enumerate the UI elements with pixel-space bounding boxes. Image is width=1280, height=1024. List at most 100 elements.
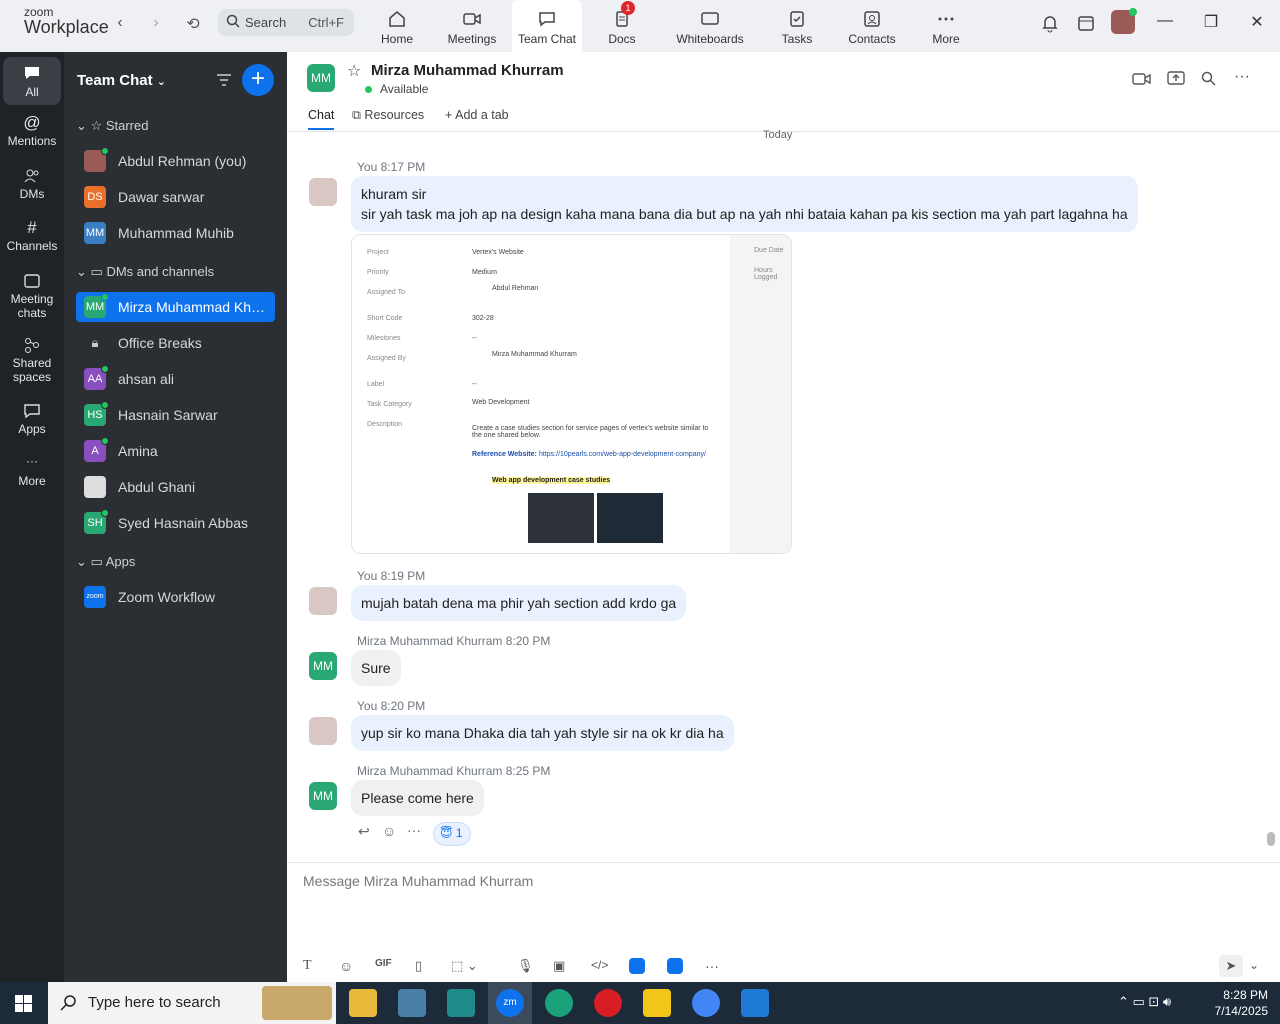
zoom-logo: zoom Workplace [24,5,109,37]
sidebar-item-abdul-ghani[interactable]: Abdul Ghani [76,472,275,502]
app-icon[interactable] [447,989,475,1017]
sidebar-item-abdul-rehman[interactable]: Abdul Rehman (you) [76,146,275,176]
chevron-down-icon: ⌄ [156,76,166,88]
tab-add-a-tab[interactable]: + Add a tab [445,108,509,122]
reply-icon[interactable]: ↩ [358,823,370,840]
search-icon [60,995,76,1011]
chrome-icon[interactable] [692,989,720,1017]
chat-header: MM ☆ Mirza Muhammad Khurram Available ··… [287,52,1280,132]
sidebar-item-mirza[interactable]: MMMirza Muhammad Khurram [76,292,275,322]
file-icon[interactable]: ▯ [415,958,422,974]
app-shortcut-icon[interactable] [629,958,645,974]
rail-mentions[interactable]: @ Mentions [3,114,61,149]
chevron-down-icon[interactable]: ⌄ [1249,958,1259,972]
emoji-icon[interactable]: ☺ [339,958,353,974]
app-icon[interactable] [398,989,426,1017]
video-message-icon[interactable]: ▣ [553,958,565,974]
tab-more[interactable]: More [926,0,966,52]
tab-contacts[interactable]: Contacts [846,0,898,52]
rail-channels[interactable]: # Channels [3,218,61,254]
minimize-icon[interactable]: — [1153,12,1177,30]
apps-icon: ▭ [90,554,103,569]
chat-sidebar: Team Chat ⌄ + ⌄ ☆ Starred Abdul Rehman (… [64,52,287,982]
message-bubble[interactable]: khuram sir sir yah task ma joh ap na des… [351,176,1138,232]
sidebar-item-dawar-sarwar[interactable]: DS Dawar sarwar [76,182,275,212]
calendar-icon[interactable] [1076,13,1096,33]
sticky-notes-icon[interactable] [643,989,671,1017]
back-arrow-icon[interactable]: ‹ [110,14,130,32]
rail-dms[interactable]: DMs [3,167,61,201]
system-clock[interactable]: 8:28 PM 7/14/2025 [1215,987,1268,1019]
windows-start-icon[interactable] [15,995,32,1012]
microphone-icon[interactable]: 🎙︎ [517,958,534,974]
add-reaction-icon[interactable]: ☺ [382,823,396,839]
case-study-thumbnail [597,493,663,543]
search-box[interactable]: Search Ctrl+F [218,9,354,36]
taskbar-search[interactable]: Type here to search [48,982,336,1024]
contact-avatar[interactable]: MM [307,64,335,92]
text-format-icon[interactable]: T [303,958,312,974]
close-icon[interactable]: ✕ [1245,12,1269,32]
app-shortcut-icon[interactable] [667,958,683,974]
file-explorer-icon[interactable] [349,989,377,1017]
section-starred[interactable]: ⌄ ☆ Starred [76,118,148,134]
image-attachment[interactable]: Project Vertex's Website Priority Medium A… [351,234,792,554]
filter-icon[interactable] [215,72,233,88]
forward-arrow-icon[interactable]: › [146,14,166,32]
gif-icon[interactable]: GIF [375,958,392,969]
message-composer[interactable]: Message Mirza Muhammad Khurram T ☺ GIF ▯… [287,862,1280,982]
restore-icon[interactable]: ❐ [1199,12,1223,32]
message-bubble[interactable]: Sure [351,650,401,686]
sidebar-item-ahsan-ali[interactable]: AA ahsan ali [76,364,275,394]
video-call-icon[interactable] [1132,72,1152,86]
contact-name[interactable]: Mirza Muhammad Khurram [371,62,564,79]
message-bubble[interactable]: yup sir ko mana Dhaka dia tah yah style … [351,715,734,751]
sidebar-item-hasnain-sarwar[interactable]: HS Hasnain Sarwar [76,400,275,430]
scrollbar-thumb[interactable] [1267,832,1275,846]
message-input[interactable]: Message Mirza Muhammad Khurram [303,873,533,889]
rail-all[interactable]: All [3,57,61,105]
star-icon[interactable]: ☆ [347,61,361,81]
history-icon[interactable]: ⟲ [183,14,203,34]
message-bubble[interactable]: mujah batah dena ma phir yah section add… [351,585,687,621]
rail-meeting-chats[interactable]: Meeting chats [3,272,61,320]
section-dms[interactable]: ⌄ ▭ DMs and channels [76,264,214,280]
more-actions-icon[interactable]: ··· [407,822,421,838]
sidebar-item-zoom-workflow[interactable]: zoom Zoom Workflow [76,582,275,612]
avatar [309,717,337,745]
new-chat-button[interactable]: + [242,64,274,96]
sidebar-item-office-breaks[interactable]: 🔒︎ Office Breaks [76,328,275,358]
screenshot-icon[interactable]: ⬚ ⌄ [451,958,478,974]
tab-meetings[interactable]: Meetings [442,0,502,52]
sidebar-item-syed-hasnain[interactable]: SH Syed Hasnain Abbas [76,508,275,538]
tab-tasks[interactable]: Tasks [776,0,818,52]
hash-icon: # [27,218,37,237]
zoom-taskbar-active[interactable]: zm [488,982,532,1024]
sidebar-item-amina[interactable]: A Amina [76,436,275,466]
edge-icon[interactable] [545,989,573,1017]
opera-icon[interactable] [594,989,622,1017]
code-snippet-icon[interactable]: </> [591,958,608,972]
search-icon[interactable] [1201,71,1216,86]
tab-whiteboards[interactable]: Whiteboards [670,0,750,52]
rail-apps[interactable]: Apps [3,402,61,436]
tab-chat[interactable]: Chat [308,108,335,130]
sidebar-item-muhammad-muhib[interactable]: MM Muhammad Muhib [76,218,275,248]
tab-team-chat[interactable]: Team Chat [512,0,582,52]
bell-icon[interactable] [1040,13,1060,33]
more-dots-icon[interactable]: ··· [705,958,719,974]
section-apps[interactable]: ⌄ ▭ Apps [76,554,135,570]
sidebar-title[interactable]: Team Chat ⌄ [77,72,166,89]
share-screen-icon[interactable] [1167,70,1185,86]
tab-resources[interactable]: ⧉ Resources [352,108,424,123]
send-icon[interactable]: ➤ [1219,955,1243,977]
reaction-chip[interactable]: 😇 1 [433,822,471,846]
message-bubble[interactable]: Please come here [351,780,484,816]
tab-home[interactable]: Home [370,0,424,52]
tray-icons[interactable]: ⌃ ▭ ⊡ 🔊︎ [1118,994,1171,1010]
more-options-icon[interactable]: ··· [1234,68,1250,86]
more-dots-icon [938,17,954,21]
vscode-icon[interactable] [741,989,769,1017]
rail-more[interactable]: ··· More [3,454,61,488]
rail-shared-spaces[interactable]: Shared spaces [3,336,61,384]
